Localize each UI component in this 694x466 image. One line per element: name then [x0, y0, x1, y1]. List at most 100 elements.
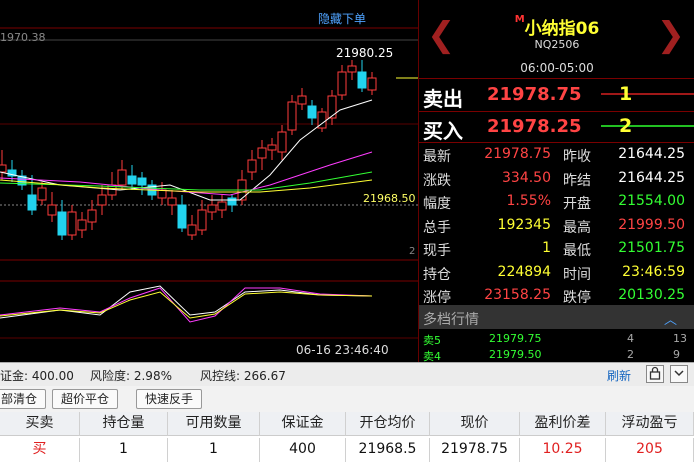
indicator-line	[0, 285, 373, 319]
sell-qty: 1	[619, 83, 633, 105]
contract-marker: M	[514, 14, 525, 25]
close-at-market-button[interactable]: 超价平仓	[52, 389, 119, 409]
table-cell[interactable]: 205	[606, 438, 694, 462]
depth-label: 卖5	[423, 334, 441, 347]
depth-qty: 2	[627, 348, 634, 361]
last-price-label: 21968.50	[363, 192, 416, 205]
quote-panel: ❮ M小纳指06 NQ2506 06:00-05:00 ❯ 卖出 21978.7…	[418, 0, 694, 363]
quote-stats: 最新 21978.75 昨收 21644.25 涨跌 334.50 昨结 21644.25 幅度…	[419, 143, 694, 308]
close-all-button[interactable]: 部清仓	[0, 389, 47, 409]
contract-name-text: 小纳指06	[524, 19, 600, 39]
table-cell[interactable]: 1	[80, 438, 168, 462]
candle-body	[137, 177, 147, 186]
stat-label: 涨停	[423, 290, 451, 306]
candle-body	[0, 164, 7, 173]
table-cell[interactable]: 买	[0, 438, 80, 462]
table-header-cell[interactable]: 保证金	[260, 412, 346, 436]
candle-body	[197, 209, 207, 231]
buy-price[interactable]: 21978.25	[487, 116, 582, 137]
contract-code: NQ2506	[534, 38, 580, 51]
next-contract-icon[interactable]: ❯	[657, 18, 686, 52]
table-cell[interactable]: 21968.5	[346, 438, 430, 462]
price-axis-label: 1970.38	[0, 31, 46, 44]
quick-reverse-button[interactable]: 快速反手	[136, 389, 203, 409]
indicator-line	[0, 291, 373, 319]
table-header-cell[interactable]: 现价	[430, 412, 520, 436]
depth-header[interactable]: 多档行情 ︿	[419, 305, 694, 329]
candle-body	[57, 211, 67, 236]
table-header-cell[interactable]: 开仓均价	[346, 412, 430, 436]
candle-body	[127, 175, 137, 185]
quote-stat-row: 最新 21978.75 昨收 21644.25	[419, 143, 694, 167]
stat-value: 23:46:59	[622, 263, 685, 280]
hide-order-link[interactable]: 隐藏下单	[318, 10, 366, 27]
candle-body	[27, 194, 37, 211]
stat-value: 224894	[497, 263, 551, 280]
table-cell[interactable]: 1	[168, 438, 260, 462]
stat-label: 最新	[423, 149, 451, 165]
stat-value: 1.55%	[506, 193, 551, 209]
stat-label: 持仓	[423, 266, 451, 283]
stat-value: 21999.50	[618, 216, 685, 233]
stat-label: 总手	[423, 219, 451, 236]
depth-price: 21979.75	[489, 332, 542, 345]
table-header-cell[interactable]: 持仓量	[80, 412, 168, 436]
refresh-link[interactable]: 刷新	[607, 367, 631, 384]
candle-body	[217, 201, 227, 211]
depth-price: 21979.50	[489, 348, 542, 361]
table-cell[interactable]: 10.25	[520, 438, 606, 462]
table-header-cell[interactable]: 盈利价差	[520, 412, 606, 436]
stat-value: 21978.75	[484, 146, 551, 162]
moving-average-line	[0, 151, 373, 196]
quote-stat-row: 现手 1 最低 21501.75	[419, 237, 694, 261]
candle-body	[367, 77, 377, 91]
stat-label: 幅度	[423, 196, 451, 212]
lock-icon[interactable]	[646, 365, 664, 383]
stat-value: 334.50	[502, 169, 551, 186]
indicator-line	[0, 287, 373, 323]
sell-row[interactable]: 卖出 21978.75 1	[419, 79, 694, 111]
candle-body	[357, 71, 367, 89]
depth-qty2: 13	[673, 332, 687, 345]
candle-body	[117, 169, 127, 186]
candle-body	[347, 65, 357, 73]
table-header-cell[interactable]: 可用数量	[168, 412, 260, 436]
collapse-icon[interactable]: ︿	[664, 309, 677, 328]
candle-body	[337, 71, 347, 96]
depth-qty2: 9	[673, 348, 680, 361]
stat-label: 涨跌	[423, 172, 451, 189]
stat-value: 23158.25	[484, 287, 551, 303]
quote-stat-row: 持仓 224894 时间 23:46:59	[419, 261, 694, 285]
candle-body	[37, 187, 47, 201]
kline-chart[interactable]: 1970.38 隐藏下单 21980.25 21968.50 2 06-16 2…	[0, 0, 418, 362]
sell-price[interactable]: 21978.75	[487, 84, 582, 105]
candle-body	[187, 224, 197, 236]
trading-session: 06:00-05:00	[520, 61, 594, 75]
table-header-cell[interactable]: 买卖	[0, 412, 80, 436]
stat-value: 21644.25	[618, 169, 685, 186]
table-cell[interactable]: 400	[260, 438, 346, 462]
buy-volume-bar	[601, 125, 694, 127]
quote-stat-row: 涨停 23158.25 跌停 20130.25	[419, 284, 694, 308]
buy-row[interactable]: 买入 21978.25 2	[419, 111, 694, 143]
quote-stat-row: 总手 192345 最高 21999.50	[419, 214, 694, 238]
candle-body	[167, 197, 177, 206]
action-buttons: 部清仓 超价平仓 快速反手	[0, 386, 694, 412]
candle-body	[227, 197, 237, 206]
candle-body	[287, 101, 297, 131]
table-header-cell[interactable]: 浮动盈亏	[606, 412, 694, 436]
candle-body	[297, 95, 307, 105]
account-bar: 证金: 400.00 风险度: 2.98% 风控线: 266.67 刷新	[0, 362, 694, 386]
risk-line-text: 风控线: 266.67	[200, 369, 286, 383]
sell-label: 卖出	[423, 87, 463, 111]
table-cell[interactable]: 21978.75	[430, 438, 520, 462]
quote-header: ❮ M小纳指06 NQ2506 06:00-05:00 ❯	[419, 0, 694, 78]
stat-label: 昨结	[563, 172, 591, 189]
depth-row[interactable]: 卖4 21979.50 2 9	[419, 348, 694, 363]
buy-qty: 2	[619, 115, 633, 137]
stat-value: 192345	[497, 216, 551, 233]
stat-label: 时间	[563, 266, 591, 283]
depth-row[interactable]: 卖5 21979.75 4 13	[419, 332, 694, 347]
chevron-down-icon[interactable]	[670, 365, 688, 383]
sell-volume-bar	[601, 93, 694, 95]
